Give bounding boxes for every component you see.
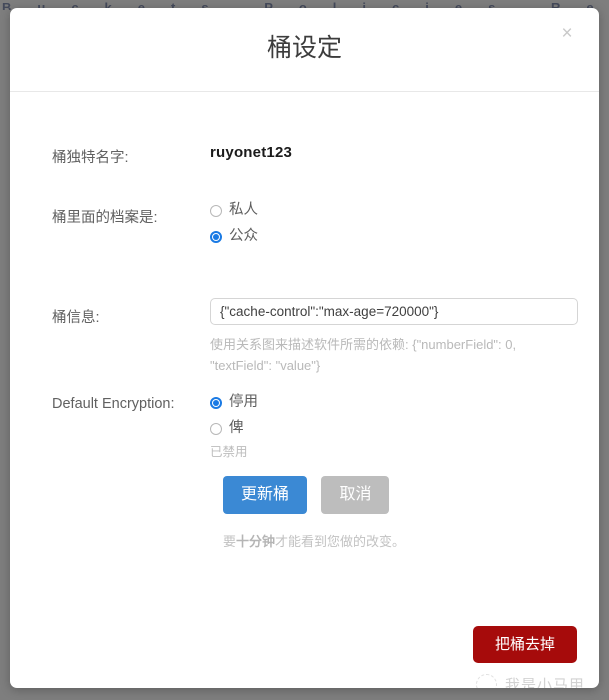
radio-access-public[interactable]: 公众: [210, 226, 258, 247]
bucket-name-value: ruyonet123: [210, 144, 293, 161]
bucket-settings-modal: 桶设定 × 桶独特名字: ruyonet123 桶里面的档案是: 私人 公众 桶…: [10, 8, 599, 688]
bucket-info-help: 使用关系图来描述软件所需的依赖: {"numberField": 0, "tex…: [210, 337, 517, 373]
close-icon[interactable]: ×: [555, 22, 579, 46]
circle-logo-icon: [475, 674, 497, 688]
update-bucket-button[interactable]: 更新桶: [223, 476, 308, 514]
radio-encryption-disabled-label: 停用: [229, 394, 258, 411]
update-note-bold: 十分钟: [236, 534, 276, 549]
action-buttons: 更新桶 取消 要十分钟才能看到您做的改变。: [223, 476, 405, 550]
bucket-info-field: 使用关系图来描述软件所需的依赖: {"numberField": 0, "tex…: [210, 298, 578, 376]
bucket-access-label: 桶里面的档案是:: [52, 210, 158, 226]
watermark-text: 我是小马甲: [504, 677, 585, 688]
radio-icon-unchecked[interactable]: [210, 422, 222, 435]
encryption-status-text: 已禁用: [210, 445, 248, 459]
update-note-suffix: 才能看到您做的改变。: [275, 534, 406, 549]
page-title: 桶设定: [266, 34, 342, 62]
cancel-button[interactable]: 取消: [321, 476, 390, 514]
radio-access-private-label: 私人: [229, 202, 258, 219]
radio-icon-unchecked[interactable]: [210, 204, 222, 217]
default-encryption-label: Default Encryption:: [52, 396, 175, 412]
watermark: 我是小马甲: [475, 674, 585, 688]
radio-encryption-enabled-label: 俾: [229, 420, 244, 437]
update-note-prefix: 要: [223, 534, 237, 549]
bucket-access-options: 私人 公众: [210, 200, 258, 252]
default-encryption-options: 停用 俾 已禁用: [210, 392, 258, 460]
update-note: 要十分钟才能看到您做的改变。: [223, 531, 405, 550]
delete-bucket-area: 把桶去掉: [472, 626, 577, 663]
delete-bucket-button[interactable]: 把桶去掉: [472, 626, 577, 663]
radio-access-public-label: 公众: [229, 228, 258, 245]
bucket-info-label: 桶信息:: [52, 310, 100, 326]
bucket-name-label: 桶独特名字:: [52, 150, 129, 166]
radio-icon-checked[interactable]: [210, 230, 222, 243]
bucket-info-input[interactable]: [210, 298, 578, 325]
radio-icon-checked[interactable]: [210, 396, 222, 409]
bucket-name-field: ruyonet123: [210, 144, 292, 162]
radio-access-private[interactable]: 私人: [210, 200, 258, 221]
radio-encryption-disabled[interactable]: 停用: [210, 392, 258, 413]
modal-header: 桶设定 ×: [10, 8, 599, 92]
radio-encryption-enabled[interactable]: 俾: [210, 418, 258, 439]
